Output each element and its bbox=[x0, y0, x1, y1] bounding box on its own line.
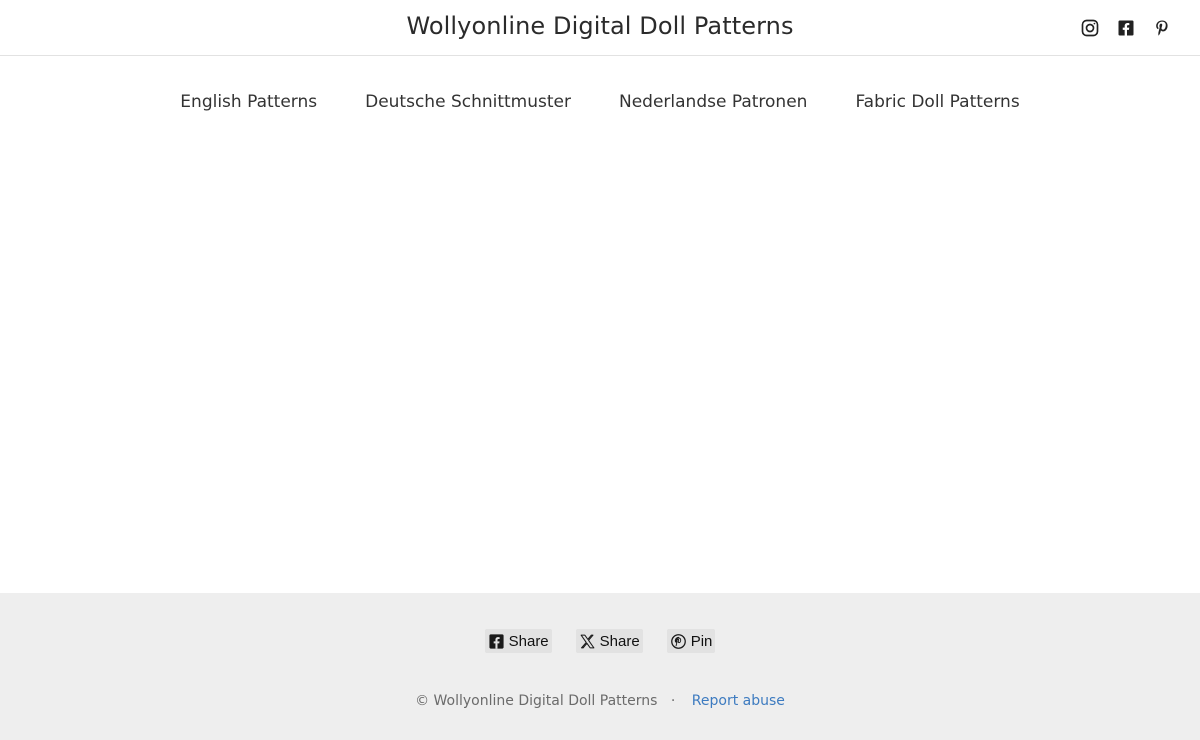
main-nav: English Patterns Deutsche Schnittmuster … bbox=[0, 92, 1200, 112]
pinterest-icon bbox=[670, 633, 686, 649]
x-icon bbox=[580, 634, 595, 648]
nav-item-fabric-doll-patterns[interactable]: Fabric Doll Patterns bbox=[855, 92, 1019, 112]
facebook-link[interactable] bbox=[1116, 18, 1136, 38]
share-buttons: Share Share Pin bbox=[0, 629, 1200, 653]
nav-item-nederlandse-patronen[interactable]: Nederlandse Patronen bbox=[619, 92, 807, 112]
pinterest-icon bbox=[1156, 20, 1168, 36]
site-header: Wollyonline Digital Doll Patterns bbox=[0, 0, 1200, 56]
footer-bottom: © Wollyonline Digital Doll Patterns · Re… bbox=[0, 693, 1200, 709]
copyright-text: © Wollyonline Digital Doll Patterns bbox=[415, 693, 658, 709]
report-abuse-link[interactable]: Report abuse bbox=[692, 693, 785, 709]
separator: · bbox=[670, 693, 676, 709]
facebook-share-button[interactable]: Share bbox=[484, 629, 552, 653]
nav-item-english-patterns[interactable]: English Patterns bbox=[180, 92, 317, 112]
instagram-link[interactable] bbox=[1080, 18, 1100, 38]
x-share-label: Share bbox=[599, 632, 640, 650]
facebook-icon bbox=[489, 633, 504, 649]
x-share-button[interactable]: Share bbox=[575, 629, 643, 653]
instagram-icon bbox=[1081, 19, 1099, 37]
nav-item-deutsche-schnittmuster[interactable]: Deutsche Schnittmuster bbox=[365, 92, 571, 112]
pinterest-pin-button[interactable]: Pin bbox=[666, 629, 716, 653]
site-footer: Share Share Pin © Wollyonline Digital Do… bbox=[0, 593, 1200, 740]
facebook-icon bbox=[1118, 20, 1134, 36]
pin-label: Pin bbox=[690, 632, 713, 650]
facebook-share-label: Share bbox=[508, 632, 549, 650]
site-title[interactable]: Wollyonline Digital Doll Patterns bbox=[0, 12, 1200, 40]
pinterest-link[interactable] bbox=[1152, 18, 1172, 38]
social-links bbox=[1080, 18, 1172, 38]
